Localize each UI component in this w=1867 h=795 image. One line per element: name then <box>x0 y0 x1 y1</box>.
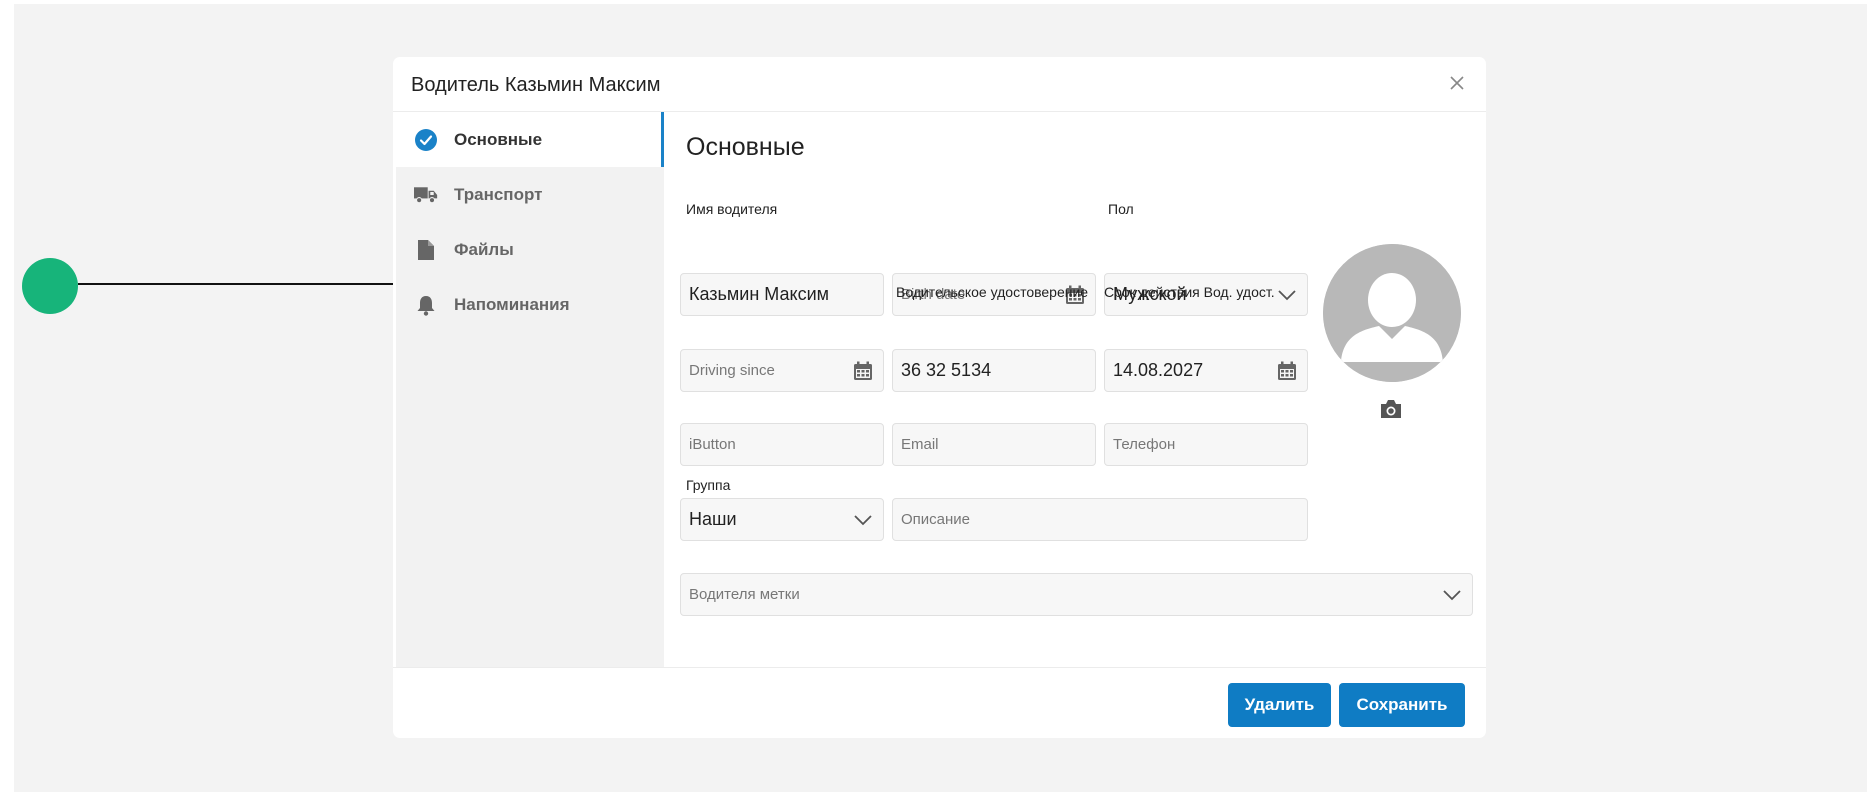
file-icon <box>414 238 438 262</box>
license-expiry-label: Срок действия Вод. удост. <box>1104 284 1275 300</box>
driver-dialog: Водитель Казьмин Максим Основные Транспо… <box>393 57 1486 738</box>
calendar-icon[interactable] <box>853 361 873 381</box>
gender-label: Пол <box>1108 201 1134 217</box>
camera-icon[interactable] <box>1379 398 1403 420</box>
sidebar-item-label: Основные <box>454 129 543 149</box>
description-placeholder: Описание <box>901 511 971 528</box>
description-input[interactable]: Описание <box>892 498 1308 541</box>
avatar <box>1323 244 1461 382</box>
truck-icon <box>414 183 438 207</box>
sidebar-item-label: Файлы <box>454 239 514 259</box>
check-circle-icon <box>414 128 438 152</box>
driving-since-placeholder: Driving since <box>689 362 775 379</box>
annotation-marker <box>22 258 78 314</box>
driving-since-input[interactable]: Driving since <box>680 349 884 392</box>
sidebar-item-label: Транспорт <box>454 184 543 204</box>
main-content: Основные Имя водителя Казьмин Максим Bir… <box>664 112 1486 667</box>
ibutton-placeholder: iButton <box>689 436 736 453</box>
sidebar-item-transport[interactable]: Транспорт <box>396 167 664 222</box>
bell-icon <box>414 293 438 317</box>
dialog-title: Водитель Казьмин Максим <box>411 74 661 96</box>
sidebar: Основные Транспорт Файлы Напоминания <box>396 112 664 667</box>
delete-button[interactable]: Удалить <box>1228 683 1331 727</box>
email-input[interactable]: Email <box>892 423 1096 466</box>
dialog-header: Водитель Казьмин Максим <box>393 57 1486 112</box>
save-button[interactable]: Сохранить <box>1339 683 1465 727</box>
tags-select[interactable]: Водителя метки <box>680 573 1473 616</box>
chevron-down-icon <box>853 514 873 526</box>
group-label: Группа <box>686 477 731 493</box>
sidebar-item-reminders[interactable]: Напоминания <box>396 277 664 332</box>
chevron-down-icon <box>1277 289 1297 301</box>
license-value: 36 32 5134 <box>901 360 992 380</box>
license-label: Водительское удостоверение <box>896 284 1089 300</box>
tags-placeholder: Водителя метки <box>689 586 800 603</box>
chevron-down-icon <box>1442 589 1462 601</box>
section-title: Основные <box>686 133 805 161</box>
email-placeholder: Email <box>901 436 939 453</box>
close-button[interactable] <box>1446 72 1468 94</box>
user-silhouette-icon <box>1323 244 1461 382</box>
sidebar-item-basic[interactable]: Основные <box>396 112 664 167</box>
sidebar-item-files[interactable]: Файлы <box>396 222 664 277</box>
close-icon <box>1450 76 1464 90</box>
ibutton-input[interactable]: iButton <box>680 423 884 466</box>
phone-placeholder: Телефон <box>1113 436 1176 453</box>
license-expiry-value: 14.08.2027 <box>1113 360 1204 380</box>
license-expiry-input[interactable]: 14.08.2027 <box>1104 349 1308 392</box>
license-input[interactable]: 36 32 5134 <box>892 349 1096 392</box>
driver-name-value: Казьмин Максим <box>689 284 830 304</box>
group-select[interactable]: Наши <box>680 498 884 541</box>
group-value: Наши <box>689 509 737 529</box>
driver-name-input[interactable]: Казьмин Максим <box>680 273 884 316</box>
sidebar-item-label: Напоминания <box>454 294 570 314</box>
phone-input[interactable]: Телефон <box>1104 423 1308 466</box>
driver-name-label: Имя водителя <box>686 201 778 217</box>
calendar-icon[interactable] <box>1277 361 1297 381</box>
